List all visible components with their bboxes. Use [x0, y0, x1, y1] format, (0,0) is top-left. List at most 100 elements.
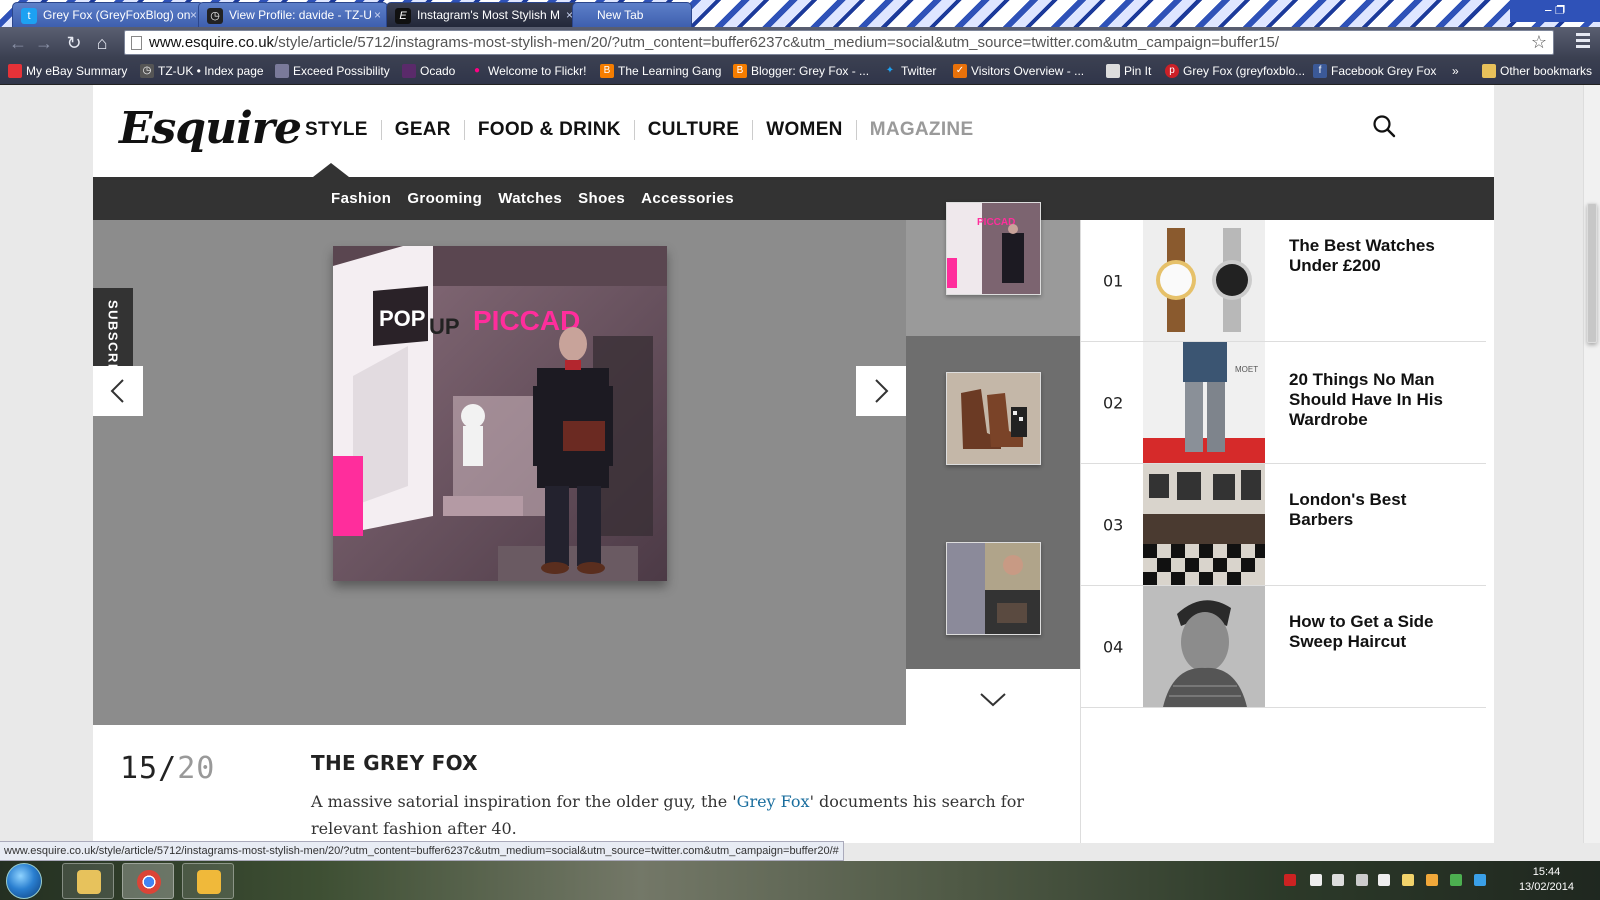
nav-style[interactable]: STYLE	[305, 120, 382, 140]
battery-icon[interactable]	[1356, 874, 1368, 886]
esquire-icon: E	[395, 8, 411, 24]
page-icon	[131, 36, 142, 50]
sidebar-item-barbers[interactable]: 03 London's Best Barbers	[1081, 464, 1486, 586]
bookmark-pinterest[interactable]: p Grey Fox (greyfoxblo...	[1163, 58, 1305, 85]
blogger-icon: B	[600, 64, 614, 78]
windows-taskbar: 15:44 13/02/2014	[0, 861, 1600, 900]
back-arrow-icon[interactable]: ←	[6, 31, 30, 55]
dropbox-icon[interactable]	[1474, 874, 1486, 886]
drive-icon[interactable]	[1450, 874, 1462, 886]
tab-label: New Tab	[597, 8, 644, 22]
subnav-fashion[interactable]: Fashion	[331, 190, 391, 207]
clock-icon[interactable]	[1426, 874, 1438, 886]
tab-label: Grey Fox (GreyFoxBlog) on	[43, 8, 191, 22]
flag-icon[interactable]	[1378, 874, 1390, 886]
app-icon	[197, 870, 221, 894]
sidebar-item-best-watches[interactable]: 01 The Best Watches Under £200	[1081, 220, 1486, 342]
gallery-next-button[interactable]	[856, 366, 906, 416]
volume-icon[interactable]	[1310, 874, 1322, 886]
bookmark-learning-gang[interactable]: B The Learning Gang	[598, 58, 721, 85]
subnav-grooming[interactable]: Grooming	[407, 190, 482, 207]
tab-new-tab[interactable]: New Tab	[572, 2, 692, 27]
search-icon[interactable]	[1371, 113, 1397, 139]
nav-food-drink[interactable]: FOOD & DRINK	[465, 120, 635, 140]
other-bookmarks[interactable]: Other bookmarks	[1480, 58, 1592, 85]
page-scrollbar[interactable]	[1583, 85, 1600, 843]
bookmark-ebay[interactable]: My eBay Summary	[6, 58, 127, 85]
bookmark-pin-it[interactable]: Pin It	[1104, 58, 1151, 85]
esquire-logo[interactable]: Esquire	[119, 103, 302, 154]
svg-text:MOET: MOET	[1235, 365, 1258, 374]
browser-toolbar: ← → ↻ ⌂ www.esquire.co.uk/style/article/…	[0, 27, 1600, 58]
flickr-icon: ●	[473, 65, 481, 76]
taskbar-clock[interactable]: 15:44 13/02/2014	[1519, 865, 1574, 895]
tab-grey-fox-twitter[interactable]: t Grey Fox (GreyFoxBlog) on ×	[12, 2, 204, 27]
nav-culture[interactable]: CULTURE	[635, 120, 754, 140]
bookmark-visitors[interactable]: ✓ Visitors Overview - ...	[951, 58, 1084, 85]
tab-label: Instagram's Most Stylish M	[417, 8, 560, 22]
chevron-right-icon	[875, 379, 889, 403]
close-icon[interactable]: ×	[374, 3, 381, 27]
tab-strip: t Grey Fox (GreyFoxBlog) on × ◷ View Pro…	[0, 0, 1600, 27]
home-icon[interactable]: ⌂	[90, 31, 114, 55]
status-bar-url: www.esquire.co.uk/style/article/5712/ins…	[0, 841, 844, 861]
page-viewport: Esquire STYLE GEAR FOOD & DRINK CULTURE …	[0, 85, 1583, 843]
menu-icon[interactable]	[1576, 33, 1590, 51]
close-icon[interactable]: ×	[190, 3, 197, 27]
forward-arrow-icon[interactable]: →	[32, 31, 56, 55]
clock-icon: ◷	[140, 64, 154, 78]
nav-magazine[interactable]: MAGAZINE	[857, 120, 987, 140]
subnav-shoes[interactable]: Shoes	[578, 190, 625, 207]
photo-text-up: UP	[429, 314, 460, 339]
network-icon[interactable]	[1332, 874, 1344, 886]
bookmark-ocado[interactable]: Ocado	[400, 58, 455, 85]
thumbnail-boots[interactable]	[946, 372, 1041, 465]
bookmark-flickr[interactable]: ● Welcome to Flickr!	[468, 58, 587, 85]
bookmark-facebook[interactable]: f Facebook Grey Fox	[1311, 58, 1436, 85]
bookmark-exceed[interactable]: Exceed Possibility	[273, 58, 390, 85]
thumbnail-grey-fox[interactable]: PICCAD	[946, 202, 1041, 295]
sidebar-item-image	[1143, 220, 1265, 341]
shield-icon[interactable]	[1284, 874, 1296, 886]
mail-icon[interactable]	[1402, 874, 1414, 886]
taskbar-app[interactable]	[182, 863, 234, 899]
gallery-thumbnails: PICCAD	[906, 202, 1080, 725]
slide-description: A massive satorial inspiration for the o…	[311, 792, 1024, 838]
subnav-accessories[interactable]: Accessories	[641, 190, 734, 207]
sidebar-item-wardrobe[interactable]: 02 MOET 20 Things No Man Should Have In …	[1081, 342, 1486, 464]
scrollbar-thumb[interactable]	[1587, 203, 1597, 343]
thumbnails-scroll-down-button[interactable]	[906, 669, 1080, 725]
photo-text-pop: POP	[379, 306, 425, 331]
tab-instagram-stylish[interactable]: E Instagram's Most Stylish M ×	[386, 2, 580, 27]
grey-fox-link[interactable]: Grey Fox	[737, 792, 810, 811]
tab-view-profile[interactable]: ◷ View Profile: davide - TZ-U ×	[198, 2, 388, 27]
address-bar[interactable]: www.esquire.co.uk/style/article/5712/ins…	[124, 30, 1554, 55]
bookmarks-bar: My eBay Summary ◷ TZ-UK • Index page Exce…	[0, 58, 1600, 85]
bookmark-star-icon[interactable]: ☆	[1531, 32, 1547, 53]
gallery-main-photo[interactable]: POP UP PICCAD	[333, 246, 667, 581]
url-text[interactable]: www.esquire.co.uk/style/article/5712/ins…	[149, 31, 1279, 55]
bookmark-tz-uk[interactable]: ◷ TZ-UK • Index page	[138, 58, 264, 85]
reload-icon[interactable]: ↻	[62, 31, 86, 55]
nav-women[interactable]: WOMEN	[753, 120, 857, 140]
sidebar-item-headline: 20 Things No Man Should Have In His Ward…	[1289, 370, 1443, 429]
forum-icon: ◷	[207, 8, 223, 24]
gallery-slideshow: POP UP PICCAD SUBSCRIBE	[93, 220, 906, 725]
ocado-icon	[402, 64, 416, 78]
window-controls[interactable]: ⎯ ❐	[1510, 0, 1600, 22]
chevron-left-icon	[110, 379, 124, 403]
taskbar-chrome[interactable]	[122, 863, 174, 899]
subnav-watches[interactable]: Watches	[498, 190, 562, 207]
sidebar-item-haircut[interactable]: 04 How to Get a Side Sweep Haircut	[1081, 586, 1486, 708]
start-button[interactable]	[6, 863, 42, 899]
nav-gear[interactable]: GEAR	[382, 120, 465, 140]
system-tray: 15:44 13/02/2014	[1260, 861, 1600, 900]
clock-date: 13/02/2014	[1518, 881, 1574, 893]
sidebar-item-image: MOET	[1143, 342, 1265, 463]
bookmarks-overflow[interactable]: »	[1452, 58, 1459, 85]
bookmark-twitter[interactable]: ✦ Twitter	[881, 58, 937, 85]
taskbar-explorer[interactable]	[62, 863, 114, 899]
thumbnail-collage[interactable]	[946, 542, 1041, 635]
bookmark-blogger[interactable]: B Blogger: Grey Fox - ...	[731, 58, 869, 85]
gallery-prev-button[interactable]	[93, 366, 143, 416]
